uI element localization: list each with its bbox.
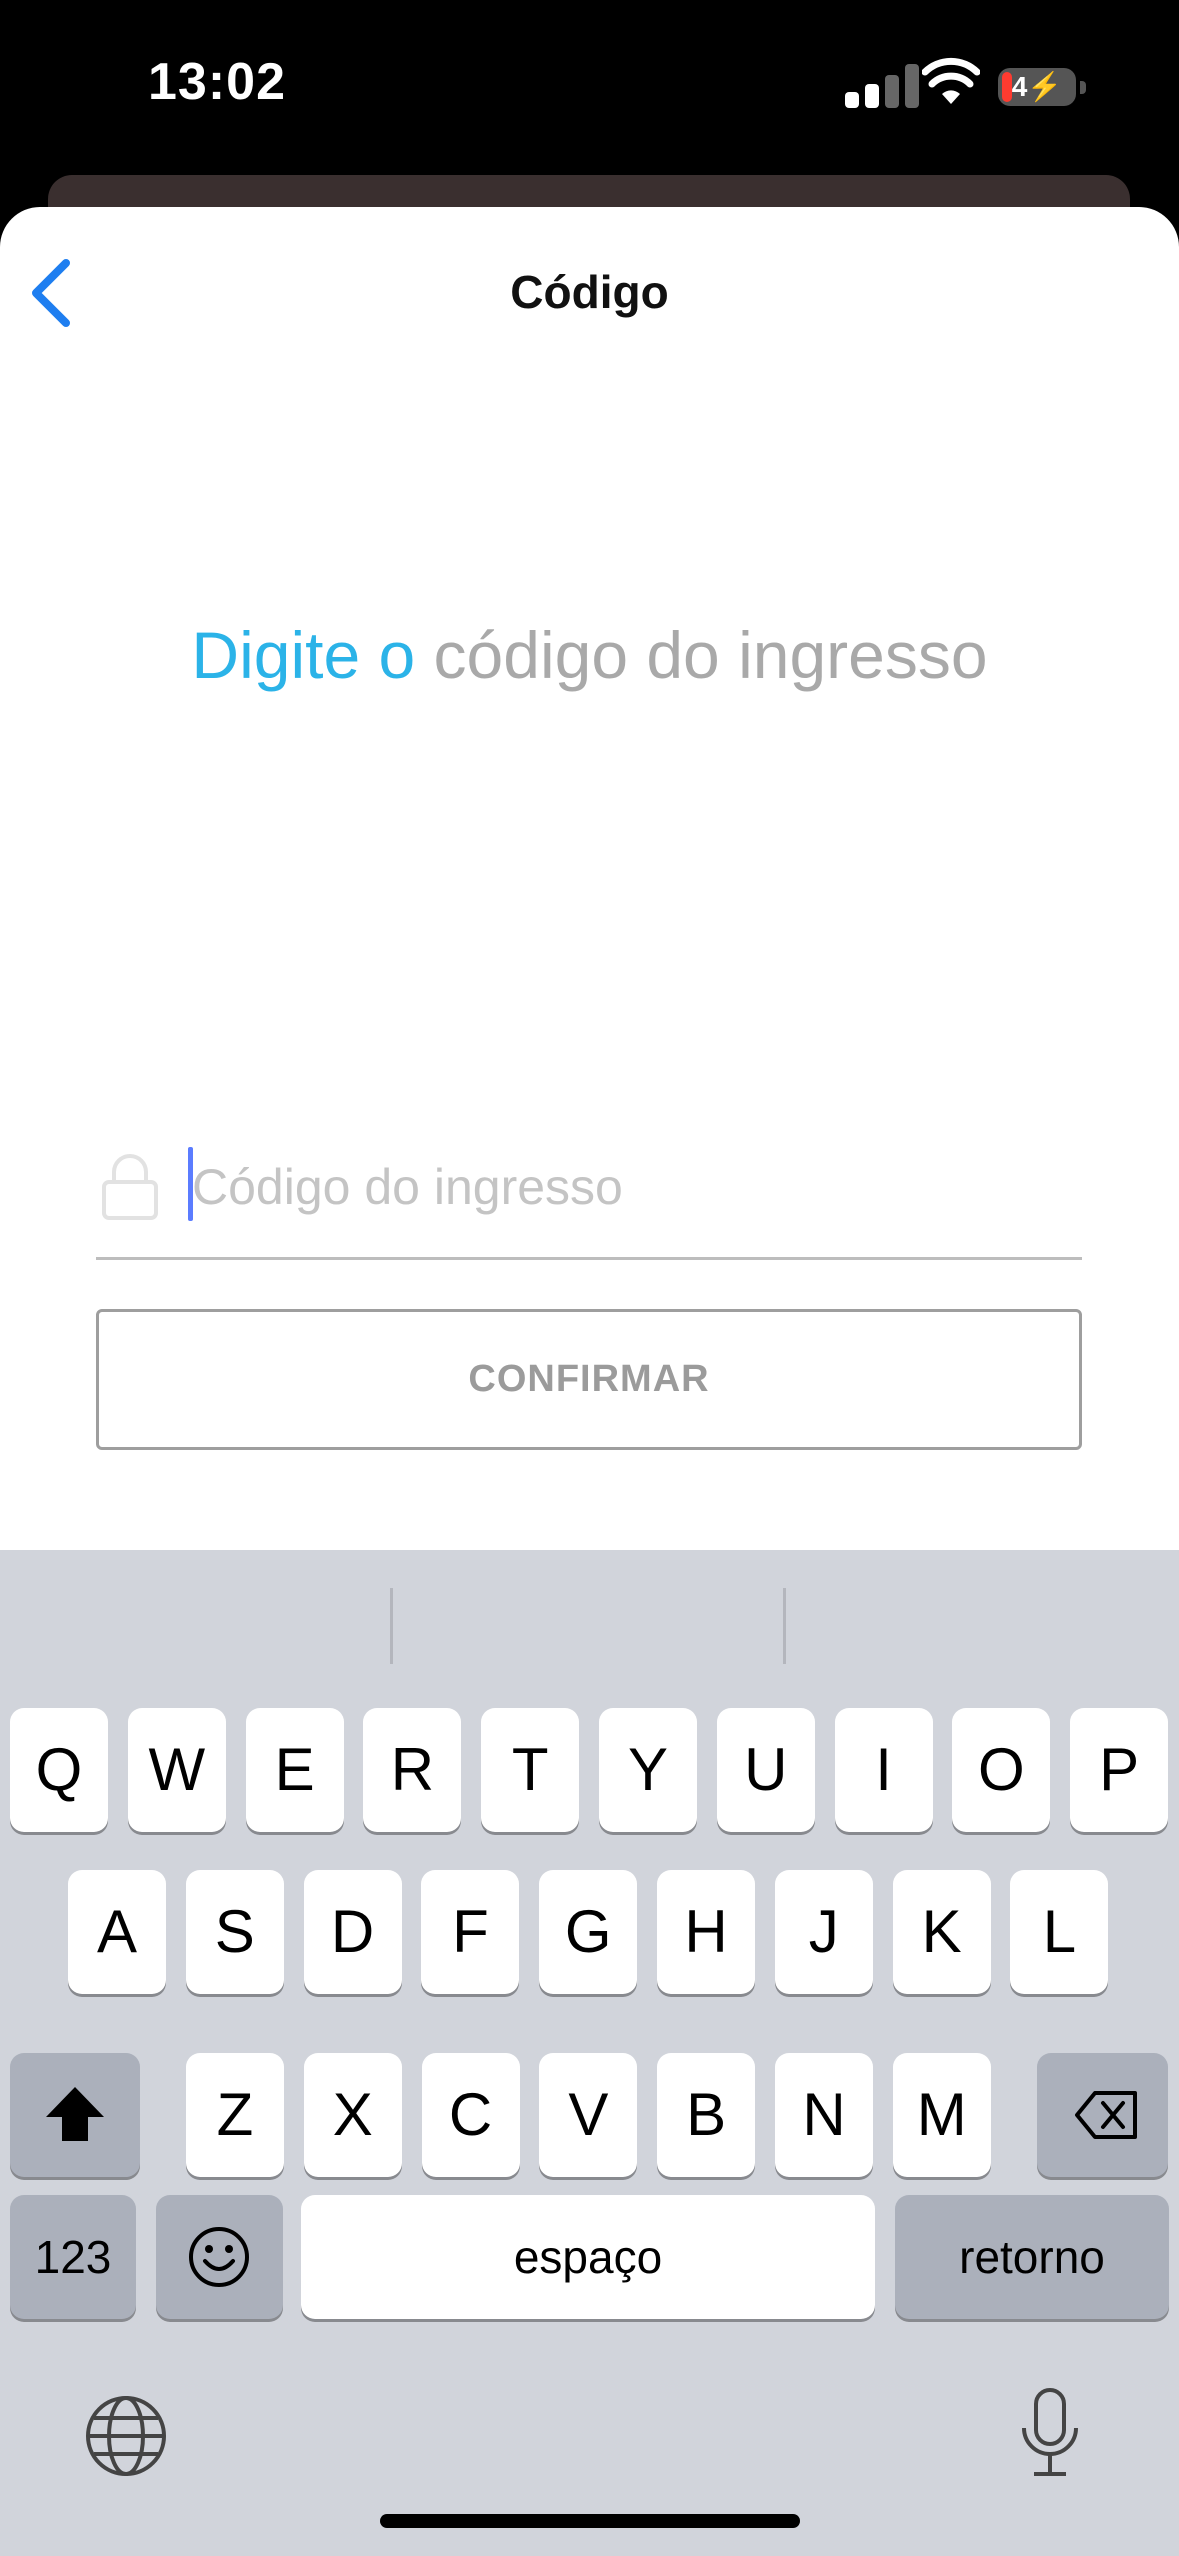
key-v[interactable]: V xyxy=(539,2053,638,2177)
battery-icon: 4⚡ xyxy=(998,68,1086,106)
heading-accent: Digite o xyxy=(191,618,416,692)
status-time: 13:02 xyxy=(148,53,286,111)
key-k[interactable]: K xyxy=(892,1870,991,1994)
shift-icon xyxy=(46,2087,104,2141)
shift-key[interactable] xyxy=(10,2053,140,2177)
heading-rest: código do ingresso xyxy=(433,618,988,692)
lock-icon xyxy=(102,1154,158,1220)
key-r[interactable]: R xyxy=(363,1708,462,1832)
keyboard: QWERTYUIOP ASDFGHJKL ZXCVBNM 123 espaço … xyxy=(0,1550,1179,2556)
delete-key[interactable] xyxy=(1037,2053,1168,2177)
key-e[interactable]: E xyxy=(245,1708,344,1832)
key-y[interactable]: Y xyxy=(599,1708,697,1832)
delete-backspace-icon xyxy=(1075,2091,1137,2139)
code-sheet: Código Digite o código do ingresso CONFI… xyxy=(0,207,1179,1550)
ticket-code-input[interactable] xyxy=(192,1152,1072,1222)
key-u[interactable]: U xyxy=(716,1708,815,1832)
input-underline xyxy=(96,1257,1082,1260)
key-w[interactable]: W xyxy=(127,1708,226,1832)
confirm-button[interactable]: CONFIRMAR xyxy=(96,1309,1082,1450)
key-q[interactable]: Q xyxy=(10,1708,108,1832)
page-title: Código xyxy=(510,266,669,318)
wifi-icon xyxy=(922,57,980,104)
key-a[interactable]: A xyxy=(68,1870,166,1994)
key-o[interactable]: O xyxy=(952,1708,1051,1832)
status-bar: 13:02 4⚡ xyxy=(0,0,1179,175)
key-s[interactable]: S xyxy=(185,1870,284,1994)
key-i[interactable]: I xyxy=(834,1708,933,1832)
emoji-icon xyxy=(189,2227,249,2287)
key-t[interactable]: T xyxy=(481,1708,580,1832)
emoji-key[interactable] xyxy=(156,2195,283,2319)
key-m[interactable]: M xyxy=(892,2053,991,2177)
key-f[interactable]: F xyxy=(421,1870,520,1994)
instruction-heading: Digite o código do ingresso xyxy=(0,617,1179,693)
key-n[interactable]: N xyxy=(775,2053,873,2177)
key-h[interactable]: H xyxy=(657,1870,755,1994)
key-z[interactable]: Z xyxy=(186,2053,284,2177)
suggestion-divider xyxy=(390,1588,393,1664)
key-x[interactable]: X xyxy=(303,2053,402,2177)
suggestion-divider xyxy=(783,1588,786,1664)
key-c[interactable]: C xyxy=(421,2053,520,2177)
battery-level: 4⚡ xyxy=(1011,71,1063,102)
globe-icon[interactable] xyxy=(84,2394,168,2478)
home-indicator xyxy=(380,2514,800,2528)
space-key[interactable]: espaço xyxy=(301,2195,875,2319)
numbers-key[interactable]: 123 xyxy=(10,2195,136,2319)
key-d[interactable]: D xyxy=(303,1870,402,1994)
key-j[interactable]: J xyxy=(774,1870,873,1994)
key-p[interactable]: P xyxy=(1070,1708,1169,1832)
key-g[interactable]: G xyxy=(539,1870,638,1994)
key-b[interactable]: B xyxy=(657,2053,756,2177)
key-l[interactable]: L xyxy=(1010,1870,1109,1994)
return-key[interactable]: retorno xyxy=(895,2195,1169,2319)
microphone-icon[interactable] xyxy=(1016,2386,1084,2482)
